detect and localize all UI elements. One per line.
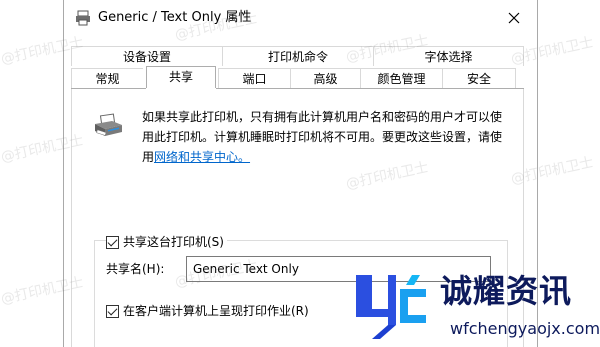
close-icon [508, 12, 520, 24]
tab-color-management[interactable]: 颜色管理 [360, 68, 442, 88]
desc-line-3: 用网络和共享中心。 [142, 147, 514, 167]
checkmark-icon [107, 236, 118, 246]
network-sharing-center-link[interactable]: 网络和共享中心。 [154, 150, 250, 164]
render-jobs-checkbox-row[interactable]: 在客户端计算机上呈现打印作业(R) [106, 303, 309, 319]
printer-icon [95, 113, 122, 136]
tab-advanced[interactable]: 高级 [290, 68, 360, 88]
render-jobs-label: 在客户端计算机上呈现打印作业(R) [123, 304, 309, 318]
render-jobs-checkbox[interactable] [106, 304, 119, 318]
tab-font-selection[interactable]: 字体选择 [373, 46, 524, 66]
tab-sharing[interactable]: 共享 [146, 66, 216, 88]
tab-general[interactable]: 常规 [71, 68, 143, 88]
checkmark-icon [107, 305, 118, 315]
brand-logo-icon [356, 275, 426, 339]
share-printer-label: 共享这台打印机(S) [123, 235, 224, 249]
tab-security[interactable]: 安全 [442, 68, 516, 88]
desc-line-3-prefix: 用 [142, 150, 155, 164]
tab-divider [71, 88, 146, 89]
share-printer-checkbox-row[interactable]: 共享这台打印机(S) [106, 234, 227, 250]
share-printer-checkbox[interactable] [106, 235, 119, 249]
tab-printer-commands[interactable]: 打印机命令 [222, 46, 373, 66]
tab-divider [216, 88, 524, 89]
sharing-description: 如果共享此打印机，只有拥有此计算机用户名和密码的用户才可以使 用此打印机。计算机… [142, 107, 514, 167]
tab-device-settings[interactable]: 设备设置 [71, 46, 222, 66]
brand-url: wfchengyaojx.com [450, 319, 600, 338]
desc-line-2: 用此打印机。计算机睡眠时打印机将不可用。要更改这些设置，请使 [142, 130, 503, 144]
tab-ports[interactable]: 端口 [218, 68, 290, 88]
brand-name: 诚耀资讯 [440, 272, 573, 310]
share-name-label: 共享名(H): [106, 262, 165, 276]
printer-title-icon [76, 10, 90, 26]
brand-watermark: 诚耀资讯 wfchengyaojx.com [350, 263, 600, 347]
title-bar: Generic / Text Only 属性 [64, 0, 537, 36]
close-button[interactable] [491, 0, 537, 36]
desc-line-1: 如果共享此打印机，只有拥有此计算机用户名和密码的用户才可以使 [142, 110, 503, 124]
window-title: Generic / Text Only 属性 [98, 10, 252, 25]
